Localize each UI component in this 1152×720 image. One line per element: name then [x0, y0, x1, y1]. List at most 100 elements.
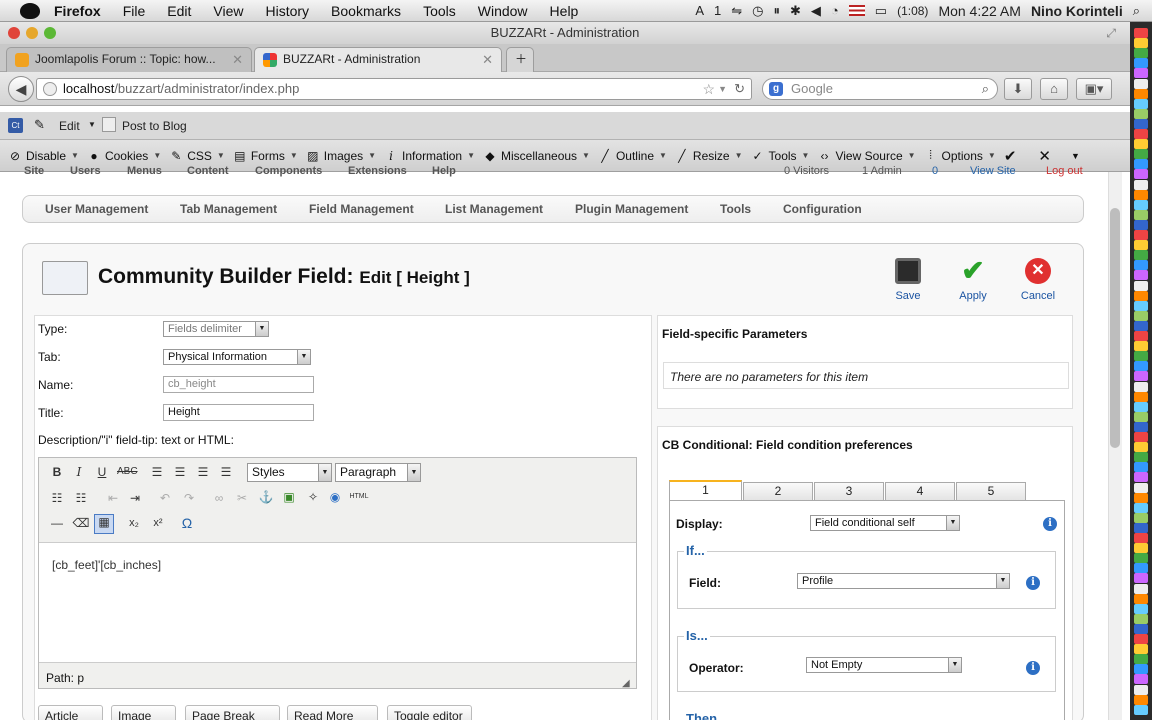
download-button[interactable]: ⬇ — [1004, 78, 1032, 100]
dock-app-icon[interactable] — [1134, 118, 1148, 129]
article-button[interactable]: Article — [38, 705, 104, 720]
user-name[interactable]: Nino Korinteli — [1031, 3, 1123, 19]
read-more-button[interactable]: Read More — [287, 705, 379, 720]
dock-app-icon[interactable] — [1134, 563, 1148, 574]
url-bar[interactable]: localhost/buzzart/administrator/index.ph… — [36, 78, 752, 100]
dock-app-icon[interactable] — [1134, 48, 1148, 59]
dock-app-icon[interactable] — [1134, 351, 1148, 362]
align-center-icon[interactable]: ☰ — [171, 465, 189, 479]
home-button[interactable]: ⌂ — [1040, 78, 1068, 100]
battery-icon[interactable]: ▭ — [875, 3, 887, 19]
webdev-images[interactable]: ▨ Images ▼ — [306, 149, 376, 163]
tab-condition-5[interactable]: 5 — [956, 482, 1026, 500]
webdev-css[interactable]: ✎ CSS ▼ — [169, 149, 225, 163]
dock-app-icon[interactable] — [1134, 522, 1148, 533]
close-tab-icon[interactable]: ✕ — [232, 48, 243, 71]
toggle-editor-button[interactable]: Toggle editor — [387, 705, 472, 720]
dock-app-icon[interactable] — [1134, 472, 1148, 483]
editor-content-text[interactable]: [cb_feet]'[cb_inches] — [52, 558, 161, 572]
menu-help[interactable]: Help — [539, 3, 590, 19]
dock-app-icon[interactable] — [1134, 664, 1148, 675]
help-icon[interactable]: ◉ — [326, 490, 344, 504]
image-icon[interactable]: ▣ — [280, 490, 298, 504]
logout-link[interactable]: Log out — [1046, 165, 1083, 177]
subnav-plugin-management[interactable]: Plugin Management — [575, 202, 688, 216]
save-button[interactable]: Save — [882, 258, 934, 302]
special-char-icon[interactable]: Ω — [178, 515, 196, 531]
indent-icon[interactable]: ⇥ — [126, 491, 144, 505]
minimize-window-icon[interactable] — [26, 27, 38, 39]
menu-window[interactable]: Window — [467, 3, 539, 19]
numbered-list-icon[interactable]: ☷ — [72, 491, 90, 505]
dock-app-icon[interactable] — [1134, 482, 1148, 493]
menu-file[interactable]: File — [112, 3, 157, 19]
subnav-field-management[interactable]: Field Management — [309, 202, 414, 216]
menu-bookmarks[interactable]: Bookmarks — [320, 3, 412, 19]
superscript-icon[interactable]: x² — [149, 517, 167, 529]
dock-app-icon[interactable] — [1134, 613, 1148, 624]
dock-app-icon[interactable] — [1134, 290, 1148, 301]
dock-app-icon[interactable] — [1134, 270, 1148, 281]
tab-select[interactable]: Physical Information ▼ — [163, 349, 311, 365]
dock-app-icon[interactable] — [1134, 58, 1148, 69]
dock-app-icon[interactable] — [1134, 452, 1148, 463]
dock-app-icon[interactable] — [1134, 533, 1148, 543]
adobe-icon[interactable]: A — [695, 3, 704, 18]
volume-icon[interactable]: ◀ — [811, 3, 821, 19]
flag-icon[interactable] — [848, 5, 865, 16]
dock-app-icon[interactable] — [1134, 88, 1148, 99]
sync-icon[interactable]: ⇋ — [731, 3, 742, 19]
subnav-user-management[interactable]: User Management — [45, 202, 148, 216]
dock-app-icon[interactable] — [1134, 361, 1148, 372]
menu-tools[interactable]: Tools — [412, 3, 467, 19]
dropdown-icon[interactable]: ▼ — [718, 79, 727, 99]
menu-edit[interactable]: Edit — [156, 3, 202, 19]
dock-app-icon[interactable] — [1134, 341, 1148, 352]
dock-app-icon[interactable] — [1134, 674, 1148, 685]
display-select[interactable]: Field conditional self ▼ — [810, 515, 960, 531]
cleanup-icon[interactable]: ✧ — [304, 490, 322, 504]
webdev-view-source[interactable]: ‹› View Source ▼ — [817, 149, 915, 163]
info-icon[interactable]: i — [1026, 661, 1040, 675]
tab-condition-3[interactable]: 3 — [814, 482, 884, 500]
admin-menu-content[interactable]: Content — [187, 165, 229, 177]
dock-app-icon[interactable] — [1134, 634, 1148, 644]
dock-app-icon[interactable] — [1134, 553, 1148, 564]
bluetooth-icon[interactable]: ✱ — [790, 3, 801, 19]
clock[interactable]: Mon 4:22 AM — [938, 3, 1021, 19]
search-bar[interactable]: g Google ⌕ — [762, 78, 998, 100]
bookmark-star-icon[interactable]: ☆ — [702, 79, 715, 99]
dock-app-icon[interactable] — [1134, 310, 1148, 321]
undo-icon[interactable]: ↶ — [156, 491, 174, 505]
info-icon[interactable]: i — [1026, 576, 1040, 590]
dock-app-icon[interactable] — [1134, 108, 1148, 119]
dock-app-icon[interactable] — [1134, 381, 1148, 392]
bookmark-edit[interactable]: Edit — [59, 119, 80, 133]
dock-app-icon[interactable] — [1134, 199, 1148, 210]
underline-icon[interactable]: U — [93, 465, 111, 479]
outdent-icon[interactable]: ⇤ — [104, 491, 122, 505]
webdev-disable[interactable]: ⊘ Disable ▼ — [8, 149, 79, 163]
dock-app-icon[interactable] — [1134, 623, 1148, 634]
unlink-icon[interactable]: ✂ — [233, 491, 251, 505]
anchor-icon[interactable]: ⚓ — [257, 490, 275, 504]
subnav-tools[interactable]: Tools — [720, 202, 751, 216]
dock-app-icon[interactable] — [1134, 68, 1148, 79]
strikethrough-icon[interactable]: ABC — [117, 466, 138, 477]
subnav-configuration[interactable]: Configuration — [783, 202, 862, 216]
messages-count[interactable]: 0 — [932, 165, 938, 177]
bookmark-post-to-blog[interactable]: Post to Blog — [122, 119, 187, 133]
dock-app-icon[interactable] — [1134, 401, 1148, 412]
webdev-miscellaneous[interactable]: ◆ Miscellaneous ▼ — [483, 149, 590, 163]
dock-app-icon[interactable] — [1134, 38, 1148, 49]
horizontal-rule-icon[interactable]: — — [48, 516, 66, 530]
html-icon[interactable]: HTML — [348, 493, 370, 500]
tab-condition-1[interactable]: 1 — [669, 480, 742, 502]
dock-app-icon[interactable] — [1134, 492, 1148, 503]
align-right-icon[interactable]: ☰ — [194, 465, 212, 479]
zoom-window-icon[interactable] — [44, 27, 56, 39]
search-icon[interactable]: ⌕ — [982, 79, 989, 99]
cancel-button[interactable]: ✕ Cancel — [1012, 258, 1064, 302]
dock-app-icon[interactable] — [1134, 432, 1148, 442]
close-window-icon[interactable] — [8, 27, 20, 39]
